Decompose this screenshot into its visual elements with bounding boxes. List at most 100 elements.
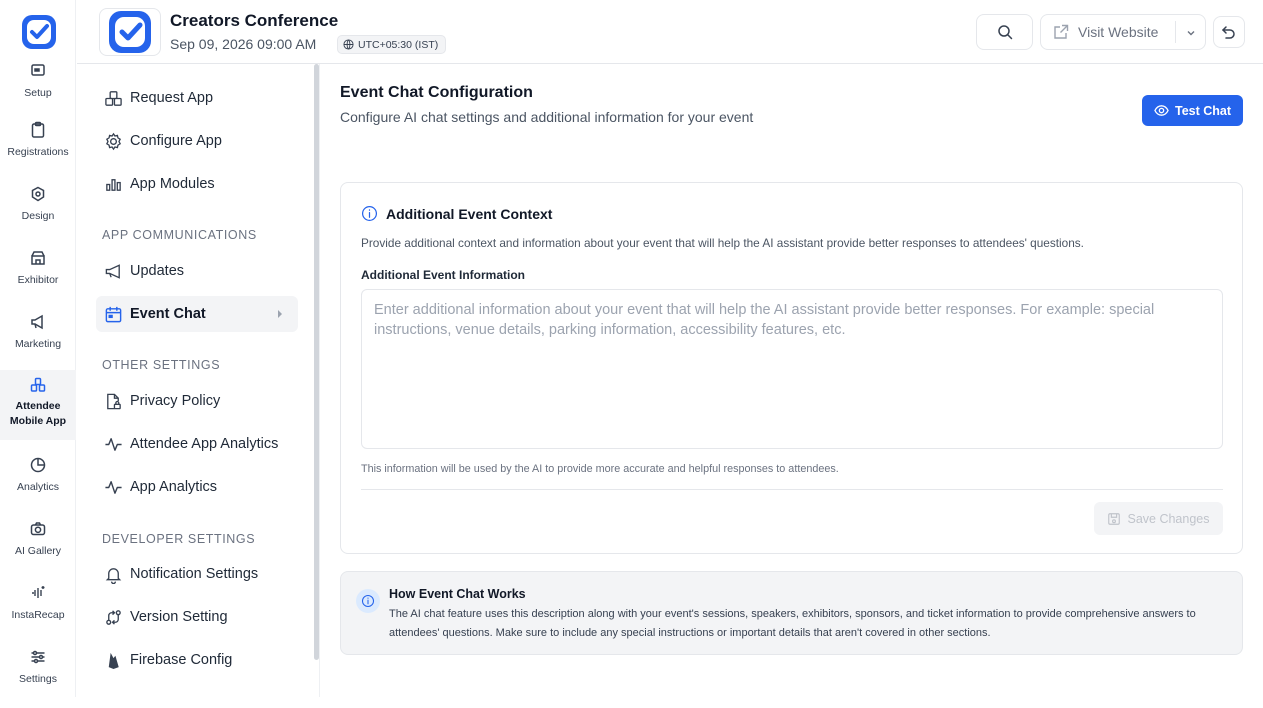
bar-chart-icon [106,178,121,191]
rail-item-label: Attendee Mobile App [9,400,67,427]
save-changes-label: Save Changes [1127,511,1210,526]
activity-icon [105,437,122,451]
git-compare-icon [106,609,121,625]
info-icon [361,205,378,222]
rail-item-settings[interactable]: Settings [0,648,76,708]
sidebar-item-label: Version Setting [130,609,228,625]
visit-website-button[interactable]: Visit Website [1040,14,1206,50]
sidebar-item-label: App Analytics [130,479,218,495]
additional-info-textarea[interactable] [361,289,1223,449]
file-lock-icon [107,393,121,409]
boxes-icon [105,90,122,106]
sidebar-item-updates[interactable]: Updates [96,253,298,289]
rail-item-label: AI Gallery [14,545,62,557]
sidebar-item-label: App Modules [130,176,215,192]
section-header-app-communications: APP COMMUNICATIONS [102,228,257,242]
event-title: Creators Conference [170,11,339,30]
button-divider [1175,21,1176,43]
rail-item-label: InstaRecap [11,609,65,621]
rail-item-attendee-mobile-app[interactable]: Attendee Mobile App [0,370,76,440]
firebase-icon [108,652,119,669]
search-icon [997,25,1012,40]
external-link-icon [1054,24,1069,39]
sidebar-item-label: Event Chat [130,306,206,322]
sidebar-item-label: Firebase Config [130,652,233,668]
calendar-icon [105,306,122,322]
rail-item-label: Registrations [7,146,69,158]
chevron-down-icon[interactable] [1186,28,1196,38]
sidebar-item-label: Notification Settings [130,566,259,582]
sidebar-item-attendee-app-analytics[interactable]: Attendee App Analytics [96,426,298,462]
card-description: Provide additional context and informati… [361,236,1084,250]
sidebar-item-label: Attendee App Analytics [130,436,279,452]
card-header: Additional Event Context [361,205,552,222]
rail-item-design[interactable]: Design [0,185,76,245]
event-logo [99,8,161,56]
sidebar-item-privacy-policy[interactable]: Privacy Policy [96,383,298,419]
sliders-icon [31,650,45,664]
sidebar-scrollbar[interactable] [314,64,319,660]
helper-text: This information will be used by the AI … [361,463,839,475]
save-icon [1108,512,1121,525]
sidebar-item-label: Request App [130,90,214,106]
rail-item-label: Analytics [16,481,59,493]
section-header-developer-settings: DEVELOPER SETTINGS [102,532,256,546]
sidebar-item-event-chat[interactable]: Event Chat [96,296,298,332]
rail-item-marketing[interactable]: Marketing [0,313,76,373]
sidebar-item-app-modules[interactable]: App Modules [96,166,298,202]
sidebar-item-notification-settings[interactable]: Notification Settings [96,556,298,592]
secondary-sidebar: Request App Configure App App Modules AP… [77,64,320,697]
rail-item-analytics[interactable]: Analytics [0,456,76,516]
sidebar-item-configure-app[interactable]: Configure App [96,123,298,159]
globe-icon [343,39,354,50]
page-title: Event Chat Configuration [340,84,533,101]
booth-icon [31,251,45,265]
sidebar-item-version-setting[interactable]: Version Setting [96,599,298,635]
section-header-other-settings: OTHER SETTINGS [102,358,221,372]
sidebar-item-app-analytics[interactable]: App Analytics [96,469,298,505]
rail-item-instarecap[interactable]: InstaRecap [0,584,76,644]
megaphone-icon [31,314,43,330]
design-icon [31,186,45,202]
pie-chart-icon [30,457,46,473]
divider [361,489,1223,490]
search-button[interactable] [976,14,1033,50]
rail-item-label: Marketing [14,338,62,350]
sidebar-item-label: Privacy Policy [130,393,221,409]
gear-icon [105,132,122,150]
test-chat-button[interactable]: Test Chat [1142,95,1243,126]
sidebar-item-label: Updates [130,263,185,279]
info-title: How Event Chat Works [389,587,526,601]
rail-item-exhibitor[interactable]: Exhibitor [0,249,76,309]
save-changes-button[interactable]: Save Changes [1094,502,1223,535]
rail-item-setup[interactable]: Setup [0,62,76,122]
eye-icon [1154,105,1169,116]
activity-icon [105,480,122,494]
setup-icon [31,64,45,76]
event-logo-icon [109,11,151,53]
info-text: The AI chat feature uses this descriptio… [389,608,1196,639]
rail-item-label: Exhibitor [17,274,59,286]
event-date: Sep 09, 2026 09:00 AM [170,36,317,52]
brand-logo-icon[interactable] [20,13,58,51]
timezone-badge: UTC+05:30 (IST) [337,35,447,54]
bell-icon [105,567,122,584]
undo-button[interactable] [1213,16,1245,48]
top-header: Creators Conference Sep 09, 2026 09:00 A… [77,0,1263,64]
sparkle-icon [32,586,45,598]
sidebar-item-firebase-config[interactable]: Firebase Config [96,642,298,678]
sidebar-item-request-app[interactable]: Request App [96,80,298,116]
megaphone-icon [105,263,120,279]
how-it-works-box: How Event Chat Works The AI chat feature… [340,571,1243,655]
sidebar-item-label: Configure App [130,133,222,149]
mobile-app-icon [30,377,46,392]
timezone-label: UTC+05:30 (IST) [358,38,439,51]
visit-website-label: Visit Website [1078,24,1159,40]
rail-item-ai-gallery[interactable]: AI Gallery [0,520,76,580]
left-rail: Setup Registrations Design Exhibitor Mar… [0,0,76,697]
clipboard-icon [31,121,45,138]
camera-icon [30,522,46,536]
undo-icon [1221,26,1235,39]
info-icon [356,589,380,613]
rail-item-registrations[interactable]: Registrations [0,121,76,181]
